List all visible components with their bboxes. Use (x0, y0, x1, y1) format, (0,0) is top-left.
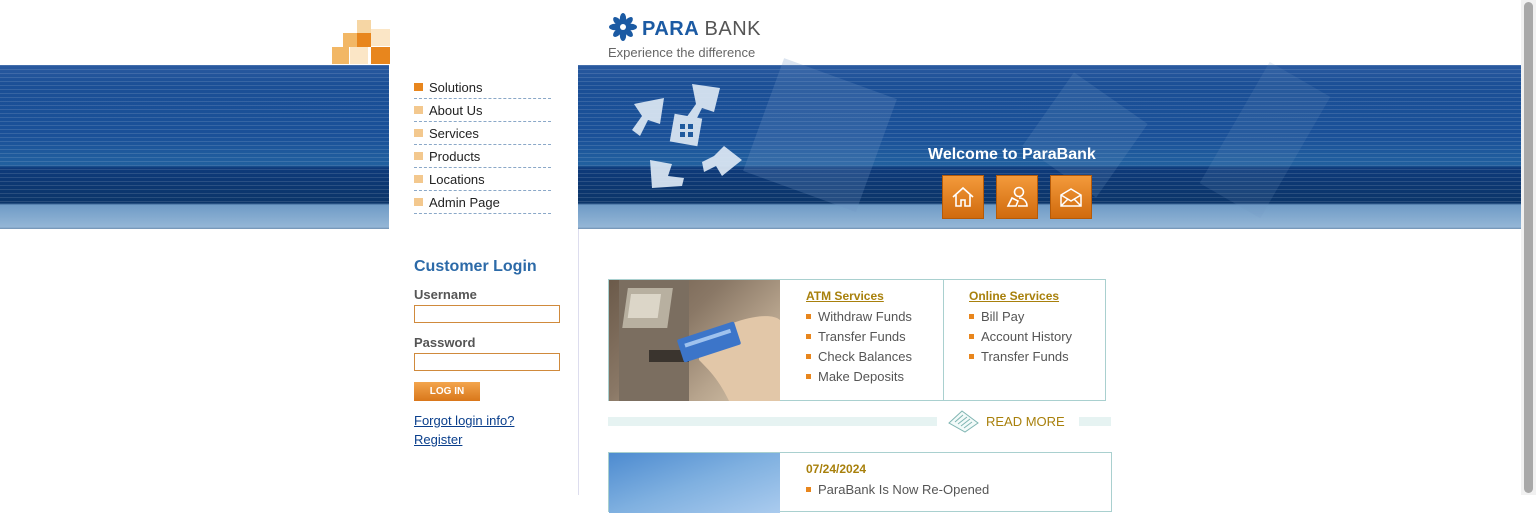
menu-bullet-icon (414, 106, 423, 114)
home-icon (952, 186, 974, 207)
menu-item-services[interactable]: Services (414, 122, 551, 145)
atm-services-title[interactable]: ATM Services (806, 289, 884, 303)
menu-bullet-icon (414, 198, 423, 206)
menu-item-label: Services (429, 125, 479, 141)
menu-bullet-icon (414, 152, 423, 160)
contact-button[interactable] (1050, 175, 1092, 219)
atm-services-list: Withdraw Funds Transfer Funds Check Bala… (806, 306, 912, 386)
logo-para: PARA (642, 18, 699, 40)
contact-icon (1060, 188, 1082, 207)
atm-service-item[interactable]: Withdraw Funds (806, 306, 912, 326)
atm-service-item[interactable]: Make Deposits (806, 366, 912, 386)
scrollbar-thumb[interactable] (1524, 2, 1533, 493)
password-label: Password (414, 335, 476, 350)
menu-item-locations[interactable]: Locations (414, 168, 551, 191)
decor-square (350, 47, 368, 64)
welcome-heading: Welcome to ParaBank (928, 146, 1096, 163)
login-title: Customer Login (414, 258, 537, 275)
document-pen-icon (948, 410, 979, 433)
menu-item-label: Solutions (429, 79, 483, 95)
news-date: 07/24/2024 (806, 462, 867, 476)
parabank-logo[interactable]: PARA BANK (608, 12, 760, 44)
read-more-label: READ MORE (986, 413, 1065, 429)
left-panel-divider (578, 229, 579, 495)
about-icon (1006, 186, 1028, 207)
decor-square (357, 33, 371, 47)
decor-square (343, 33, 357, 47)
online-service-item[interactable]: Account History (969, 326, 1072, 346)
read-more-bar (1079, 417, 1111, 426)
menu-item-admin-page[interactable]: Admin Page (414, 191, 551, 214)
username-input[interactable] (414, 305, 560, 323)
menu-item-solutions[interactable]: Solutions (414, 76, 551, 99)
menu-bullet-icon (414, 129, 423, 137)
atm-service-item[interactable]: Transfer Funds (806, 326, 912, 346)
read-more-bar (608, 417, 937, 426)
forgot-login-link[interactable]: Forgot login info? (414, 413, 514, 428)
decor-square (371, 29, 390, 46)
home-button[interactable] (942, 175, 984, 219)
online-service-item[interactable]: Transfer Funds (969, 346, 1072, 366)
menu-item-label: Products (429, 148, 481, 164)
menu-item-label: Admin Page (429, 194, 500, 210)
vertical-scrollbar[interactable] (1521, 0, 1536, 495)
read-more-link[interactable]: READ MORE (946, 409, 1065, 433)
decor-square (371, 47, 390, 64)
banner-arrows-graphic (632, 84, 742, 188)
menu-bullet-icon (414, 175, 423, 183)
logo-bank: BANK (704, 18, 761, 40)
username-label: Username (414, 287, 477, 302)
menu-item-products[interactable]: Products (414, 145, 551, 168)
logo-flower-icon (609, 13, 637, 41)
login-button[interactable]: LOG IN (414, 382, 480, 401)
services-column-divider (943, 280, 944, 400)
menu-bullet-icon (414, 83, 423, 91)
menu-item-label: About Us (429, 102, 483, 118)
atm-card-illustration (619, 280, 780, 401)
online-service-item[interactable]: Bill Pay (969, 306, 1072, 326)
register-link[interactable]: Register (414, 432, 462, 447)
logo-text: PARA BANK (642, 18, 761, 41)
decor-square (357, 20, 371, 34)
online-services-title[interactable]: Online Services (969, 289, 1059, 303)
tagline: Experience the difference (608, 45, 756, 60)
news-photo (609, 453, 780, 513)
password-input[interactable] (414, 353, 560, 371)
left-menu: Solutions About Us Services Products Loc… (414, 76, 551, 214)
menu-item-label: Locations (429, 171, 485, 187)
online-services-list: Bill Pay Account History Transfer Funds (969, 306, 1072, 366)
decor-square (332, 47, 349, 64)
menu-item-about-us[interactable]: About Us (414, 99, 551, 122)
atm-photo (609, 280, 780, 401)
about-button[interactable] (996, 175, 1038, 219)
atm-service-item[interactable]: Check Balances (806, 346, 912, 366)
